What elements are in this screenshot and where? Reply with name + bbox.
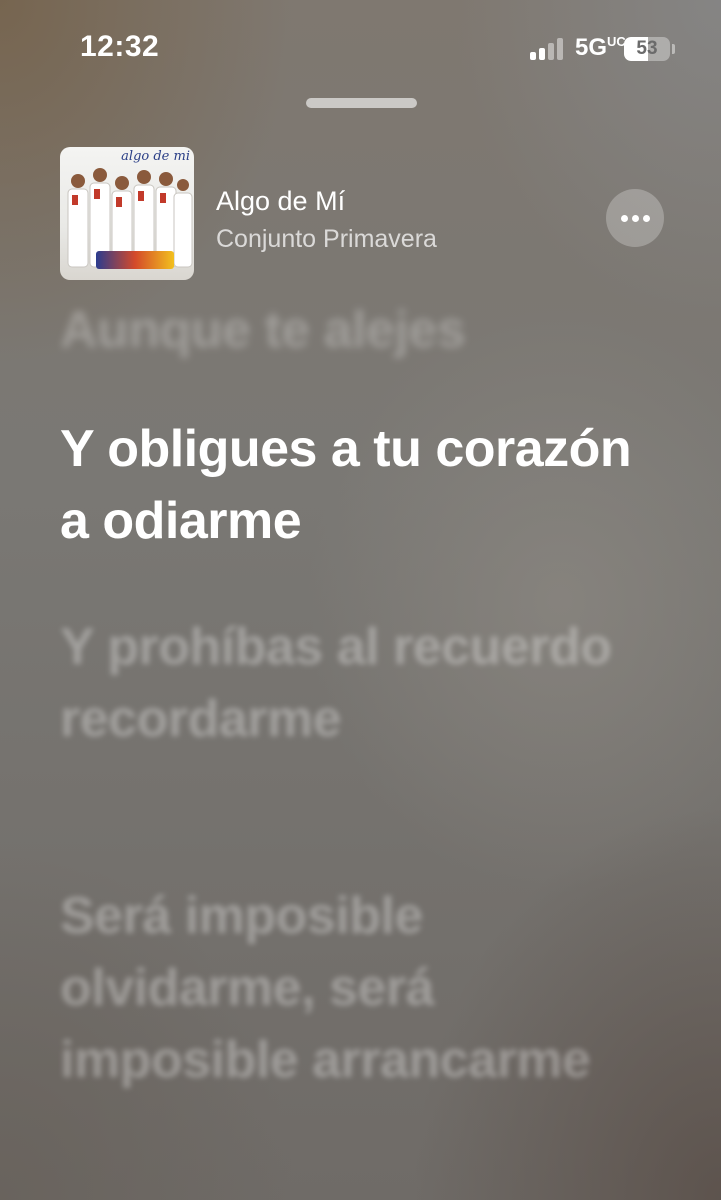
battery-icon: 53: [624, 37, 670, 61]
lyric-line-previous[interactable]: Aunque te alejes: [60, 294, 670, 366]
battery-nub: [672, 44, 675, 54]
status-bar: 12:32 5GUC 53: [0, 0, 721, 100]
lyric-line-current[interactable]: Y obligues a tu corazón a odiarme: [60, 413, 670, 557]
album-art-title: algo de mi: [121, 149, 190, 164]
cellular-signal-icon: [530, 38, 570, 60]
network-type: 5GUC: [575, 34, 626, 62]
battery-level: 53: [636, 38, 658, 59]
lyric-line-next[interactable]: Y prohíbas al recuerdo recordarme: [60, 611, 670, 755]
sheet-grabber-handle[interactable]: [306, 98, 417, 108]
ellipsis-icon: [621, 215, 628, 222]
ellipsis-dot: [643, 215, 650, 222]
album-artwork[interactable]: algo de mi: [60, 147, 194, 280]
song-title[interactable]: Algo de Mí: [216, 186, 345, 217]
artist-name[interactable]: Conjunto Primavera: [216, 225, 437, 254]
network-suffix: UC: [607, 34, 626, 49]
ellipsis-dot: [632, 215, 639, 222]
network-label: 5G: [575, 34, 608, 61]
status-time: 12:32: [80, 30, 160, 63]
lyric-line-next[interactable]: Será imposible olvidarme, será imposible…: [60, 880, 670, 1096]
more-options-button[interactable]: [606, 189, 664, 247]
album-art-band-logo: [96, 251, 174, 269]
